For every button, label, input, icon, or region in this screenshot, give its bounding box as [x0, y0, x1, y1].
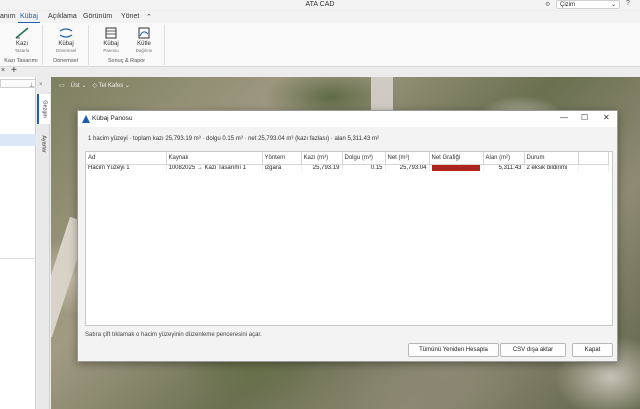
- close-tab-icon[interactable]: ×: [1, 67, 5, 74]
- cell-net-grafigi: [429, 164, 484, 172]
- close-panel-icon[interactable]: ×: [39, 82, 43, 88]
- workspace-dropdown[interactable]: Çizim ⌄: [556, 0, 620, 9]
- cell-alan: 5,311.43: [483, 164, 525, 172]
- col-kazi[interactable]: Kazı (m³): [301, 152, 343, 165]
- tab-gezgin[interactable]: Gezgin: [37, 94, 50, 124]
- results-table-container: Ad Kaynak Yöntem Kazı (m³) Dolgu (m³) Ne…: [85, 151, 613, 326]
- kazi-sublabel: Tasarla: [14, 48, 30, 53]
- kutle-label: Kütle: [137, 41, 151, 47]
- kubaj-donemsel-label: Kübaj: [58, 41, 74, 47]
- kazi-label: Kazı: [15, 41, 28, 47]
- tab-annotation-partial[interactable]: anım: [0, 13, 16, 20]
- dialog-title: Kübaj Panosu: [92, 115, 133, 122]
- visual-style-label: Tel Kafes: [98, 83, 124, 89]
- mass-haul-icon: [138, 27, 150, 39]
- dashboard-icon: [105, 27, 117, 39]
- kubaj-donemsel-button[interactable]: Kübaj Dönemsel: [53, 27, 79, 53]
- view-cube-icon[interactable]: ▭: [59, 82, 65, 89]
- cell-yontem: ızgara: [262, 164, 302, 172]
- col-alan[interactable]: Alan (m²): [483, 152, 525, 165]
- workspace-icon: ⚙: [545, 2, 551, 8]
- title-bar: ATA CAD ⚙ Çizim ⌄ ?: [0, 0, 640, 10]
- hint-text: Satıra çift tıklamak o hacim yüzeyinin d…: [85, 332, 262, 338]
- cell-durum: 2 eksik bildirimi: [524, 164, 579, 172]
- ribbon-group-sonuc-rapor: Kübaj Panosu Kütle Dağılımı Sonuç & Rapo…: [89, 25, 165, 65]
- recalculate-all-button[interactable]: Tümünü Yeniden Hesapla: [408, 343, 499, 357]
- results-table: Ad Kaynak Yöntem Kazı (m³) Dolgu (m³) Ne…: [86, 152, 609, 172]
- minimize-icon[interactable]: —: [560, 113, 568, 122]
- menu-bar: anım Kübaj Açıklama Görünüm Yönet ⌃: [0, 11, 640, 24]
- visual-style-dropdown[interactable]: ◇ Tel Kafes ⌄: [92, 82, 130, 89]
- group-label-kazi-tasarimi: Kazı Tasarımı: [4, 58, 38, 64]
- maximize-icon[interactable]: ☐: [581, 113, 588, 122]
- kutle-sublabel: Dağılımı: [135, 48, 153, 53]
- cell-kaynak: 10082025 → Kazı Tasarımı 1: [166, 164, 263, 172]
- col-net-grafigi[interactable]: Net Grafiği: [429, 152, 484, 165]
- periodic-volume-icon: [59, 28, 73, 38]
- tab-ayarlar-label: Ayarlar: [40, 135, 47, 153]
- close-icon[interactable]: ✕: [603, 113, 610, 122]
- cell-dolgu: 0.15: [342, 164, 386, 172]
- kutle-dagilimi-button[interactable]: Kütle Dağılımı: [131, 27, 157, 53]
- ribbon-group-donemsel: Kübaj Dönemsel Dönemsel: [43, 25, 89, 65]
- document-tab-strip: × +: [0, 65, 640, 77]
- kubaj-panosu-button[interactable]: Kübaj Panosu: [99, 27, 123, 53]
- kubaj-panosu-dialog: Kübaj Panosu — ☐ ✕ 1 hacim yüzeyi · topl…: [77, 110, 618, 362]
- tab-ayarlar[interactable]: Ayarlar: [37, 128, 50, 160]
- csv-export-button[interactable]: CSV dışa aktar: [500, 343, 566, 357]
- ribbon-group-kazi: Kazı Tasarla Kazı Tasarımı: [0, 25, 43, 65]
- kubaj-panosu-sublabel: Panosu: [103, 48, 119, 53]
- pin-icon[interactable]: ⊥: [29, 82, 34, 89]
- group-label-donemsel: Dönemsel: [53, 58, 78, 64]
- close-button[interactable]: Kapat: [572, 343, 613, 357]
- left-panel: [0, 77, 36, 409]
- col-yontem[interactable]: Yöntem: [262, 152, 302, 165]
- new-tab-icon[interactable]: +: [11, 65, 17, 76]
- tab-yonet[interactable]: Yönet: [121, 13, 139, 20]
- table-header: Ad Kaynak Yöntem Kazı (m³) Dolgu (m³) Ne…: [86, 152, 609, 165]
- kubaj-donemsel-sublabel: Dönemsel: [55, 48, 77, 53]
- tab-gezgin-label: Gezgin: [41, 100, 48, 118]
- summary-text: 1 hacim yüzeyi · toplam kazı 25,793.19 m…: [88, 136, 380, 142]
- panel-controls: ⊥ ×: [0, 82, 50, 91]
- excavation-design-icon: [15, 27, 29, 39]
- chevron-down-icon: ⌄: [610, 2, 616, 8]
- vertical-tabs: Gezgin Ayarlar: [37, 92, 50, 409]
- net-bar: [431, 165, 480, 172]
- viewport-toolbar: ▭ Üst ⌄ ◇ Tel Kafes ⌄: [59, 81, 130, 90]
- col-net[interactable]: Net (m³): [385, 152, 430, 165]
- col-dolgu[interactable]: Dolgu (m³): [342, 152, 386, 165]
- kubaj-panosu-label: Kübaj: [103, 41, 119, 47]
- selected-tree-item[interactable]: [0, 134, 36, 146]
- help-icon[interactable]: ?: [626, 0, 630, 7]
- collapse-ribbon-icon[interactable]: ⌃: [146, 13, 152, 21]
- col-kaynak[interactable]: Kaynak: [166, 152, 263, 165]
- col-spacer: [578, 152, 609, 165]
- kazi-tasarla-button[interactable]: Kazı Tasarla: [10, 27, 34, 53]
- cell-kazi: 25,793.19: [301, 164, 343, 172]
- col-ad[interactable]: Ad: [86, 152, 167, 165]
- app-logo-icon: [82, 115, 90, 123]
- table-row[interactable]: Hacim Yüzeyi 1 10082025 → Kazı Tasarımı …: [86, 164, 609, 172]
- panel-divider: [0, 258, 36, 259]
- cell-spacer: [578, 164, 609, 172]
- ribbon: Kazı Tasarla Kazı Tasarımı Kübaj Dönemse…: [0, 23, 640, 67]
- group-label-sonuc-rapor: Sonuç & Rapor: [107, 58, 146, 64]
- tab-gorunum[interactable]: Görünüm: [83, 13, 112, 20]
- cell-ad: Hacim Yüzeyi 1: [86, 164, 167, 172]
- workspace-value: Çizim: [560, 1, 575, 8]
- cell-net: 25,793.04: [385, 164, 430, 172]
- dialog-title-bar: Kübaj Panosu — ☐ ✕: [78, 111, 617, 127]
- app-title: ATA CAD: [305, 1, 335, 8]
- col-durum[interactable]: Durum: [524, 152, 579, 165]
- tab-aciklama[interactable]: Açıklama: [48, 13, 77, 20]
- view-direction-label: Üst: [70, 83, 80, 89]
- view-direction-dropdown[interactable]: Üst ⌄: [71, 82, 87, 89]
